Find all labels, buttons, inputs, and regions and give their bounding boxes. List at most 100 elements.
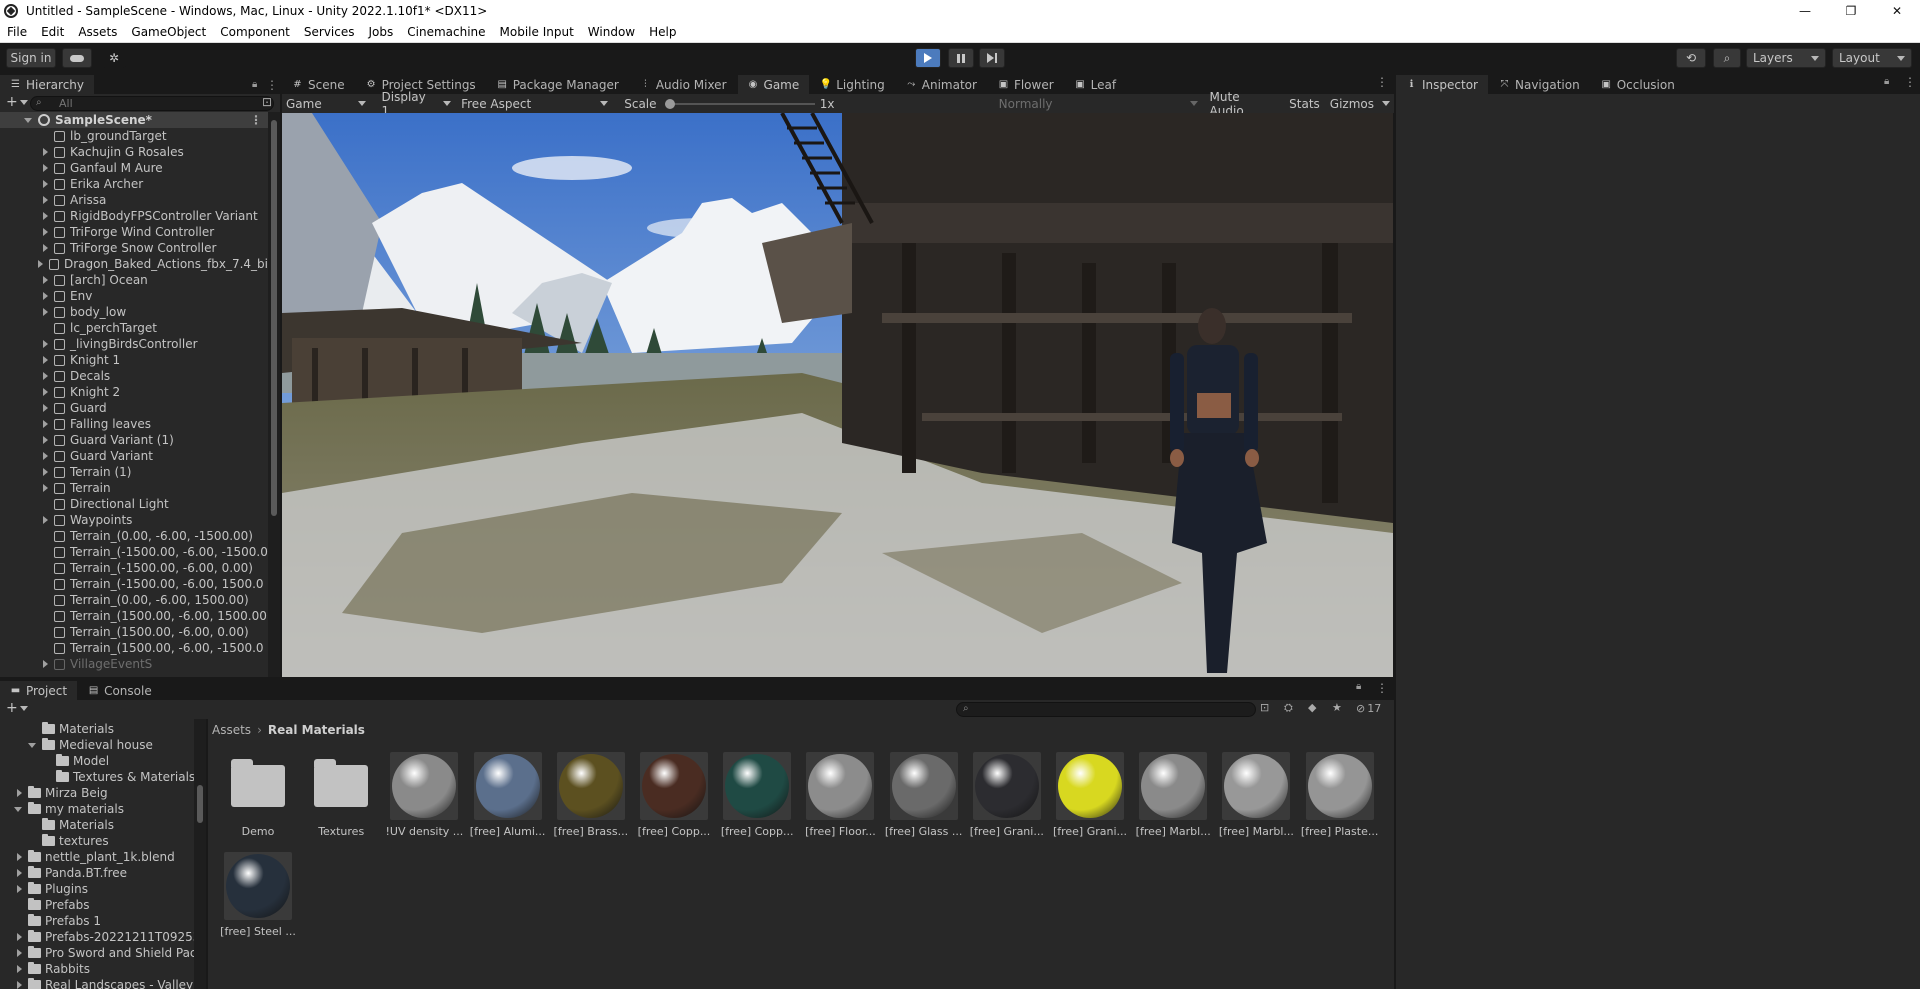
- hierarchy-item[interactable]: [arch] Ocean: [0, 272, 268, 288]
- hierarchy-item[interactable]: Guard Variant (1): [0, 432, 268, 448]
- hierarchy-item[interactable]: RigidBodyFPSController Variant: [0, 208, 268, 224]
- fold-arrow-icon[interactable]: [43, 420, 48, 428]
- project-folder-item[interactable]: Mirza Beig: [0, 785, 206, 801]
- fold-arrow-icon[interactable]: [17, 981, 22, 989]
- asset-material[interactable]: [free] Marbl...: [1131, 752, 1215, 838]
- add-object-button[interactable]: +: [6, 95, 30, 111]
- hidden-packages-toggle[interactable]: ⊘ 17: [1356, 702, 1381, 715]
- project-folder-item[interactable]: Materials: [0, 817, 206, 833]
- menu-cinemachine[interactable]: Cinemachine: [400, 25, 492, 39]
- tab-center-4[interactable]: ◉ Game: [737, 75, 811, 94]
- fold-arrow-icon[interactable]: [43, 196, 48, 204]
- project-folder-item[interactable]: Medieval house: [0, 737, 206, 753]
- hierarchy-item[interactable]: Terrain_(1500.00, -6.00, -1500.0: [0, 640, 268, 656]
- more-options-icon[interactable]: ⋮: [250, 113, 262, 127]
- more-options-icon[interactable]: ⋮: [1376, 75, 1388, 89]
- fold-arrow-icon[interactable]: [43, 356, 48, 364]
- hierarchy-item[interactable]: Decals: [0, 368, 268, 384]
- menu-help[interactable]: Help: [642, 25, 683, 39]
- tab-center-7[interactable]: ▣ Flower: [987, 75, 1065, 94]
- close-button[interactable]: ✕: [1874, 0, 1920, 21]
- tab-center-5[interactable]: 💡 Lighting: [810, 75, 896, 94]
- fold-arrow-icon[interactable]: [17, 949, 22, 957]
- project-folder-item[interactable]: Pro Sword and Shield Pac: [0, 945, 206, 961]
- hierarchy-item[interactable]: Falling leaves: [0, 416, 268, 432]
- fold-arrow-icon[interactable]: [17, 885, 22, 893]
- fold-arrow-icon[interactable]: [43, 436, 48, 444]
- scene-row[interactable]: SampleScene* ⋮: [0, 112, 268, 128]
- hierarchy-item[interactable]: lc_perchTarget: [0, 320, 268, 336]
- fold-arrow-icon[interactable]: [17, 965, 22, 973]
- asset-material[interactable]: [free] Floor...: [798, 752, 882, 838]
- project-folder-item[interactable]: Real Landscapes - Valley: [0, 977, 206, 989]
- breadcrumb-assets[interactable]: Assets: [212, 723, 251, 737]
- asset-material[interactable]: [free] Alumi...: [466, 752, 550, 838]
- fold-arrow-icon[interactable]: [43, 212, 48, 220]
- collab-button[interactable]: ✲: [102, 48, 126, 68]
- fold-arrow-icon[interactable]: [43, 308, 48, 316]
- project-folder-item[interactable]: Prefabs 1: [0, 913, 206, 929]
- tab-bottom-0[interactable]: ▬ Project: [0, 681, 79, 700]
- fold-arrow-icon[interactable]: [43, 148, 48, 156]
- hierarchy-item[interactable]: Terrain_(0.00, -6.00, 1500.00): [0, 592, 268, 608]
- fold-arrow-icon[interactable]: [43, 452, 48, 460]
- fold-arrow-icon[interactable]: [43, 484, 48, 492]
- favorite-star-icon[interactable]: ★: [1332, 701, 1342, 714]
- project-folder-item[interactable]: Materials: [0, 721, 206, 737]
- menu-gameobject[interactable]: GameObject: [124, 25, 213, 39]
- tab-center-6[interactable]: ⤳ Animator: [895, 75, 988, 94]
- breadcrumb-real-materials[interactable]: Real Materials: [268, 723, 365, 737]
- tab-inspector-0[interactable]: ℹ Inspector: [1396, 75, 1489, 94]
- hierarchy-item[interactable]: Terrain_(1500.00, -6.00, 0.00): [0, 624, 268, 640]
- asset-material[interactable]: [free] Steel ...: [216, 852, 300, 938]
- fold-arrow-icon[interactable]: [17, 853, 22, 861]
- project-folder-item[interactable]: nettle_plant_1k.blend: [0, 849, 206, 865]
- menu-file[interactable]: File: [0, 25, 34, 39]
- tab-hierarchy[interactable]: ☰ Hierarchy: [0, 75, 96, 94]
- fold-arrow-icon[interactable]: [43, 372, 48, 380]
- search-scene-icon[interactable]: ⊡: [262, 95, 272, 109]
- aspect-dropdown[interactable]: Free Aspect: [455, 97, 614, 111]
- cloud-button[interactable]: [62, 48, 92, 68]
- tab-center-8[interactable]: ▣ Leaf: [1064, 75, 1128, 94]
- hierarchy-item[interactable]: Directional Light: [0, 496, 268, 512]
- hierarchy-scroll-thumb[interactable]: [271, 120, 277, 516]
- fold-arrow-icon[interactable]: [43, 468, 48, 476]
- stats-toggle[interactable]: Stats: [1285, 97, 1324, 111]
- fold-arrow-icon[interactable]: [43, 340, 48, 348]
- hierarchy-item[interactable]: Terrain_(-1500.00, -6.00, 0.00): [0, 560, 268, 576]
- sign-in-button[interactable]: Sign in: [6, 48, 56, 68]
- more-options-icon[interactable]: ⋮: [1376, 681, 1388, 695]
- asset-material[interactable]: [free] Brass...: [549, 752, 633, 838]
- view-dropdown[interactable]: Game: [282, 97, 370, 111]
- fold-open-icon[interactable]: [24, 117, 32, 123]
- tab-center-2[interactable]: ▤ Package Manager: [486, 75, 630, 94]
- hierarchy-item[interactable]: Knight 1: [0, 352, 268, 368]
- asset-material[interactable]: [free] Grani...: [1048, 752, 1132, 838]
- hierarchy-item[interactable]: Terrain (1): [0, 464, 268, 480]
- project-tree-scrollbar[interactable]: [194, 719, 206, 989]
- menu-edit[interactable]: Edit: [34, 25, 71, 39]
- asset-material[interactable]: [free] Marbl...: [1214, 752, 1298, 838]
- hierarchy-item[interactable]: TriForge Snow Controller: [0, 240, 268, 256]
- menu-jobs[interactable]: Jobs: [362, 25, 401, 39]
- hierarchy-item[interactable]: Terrain_(-1500.00, -6.00, -1500.0: [0, 544, 268, 560]
- hierarchy-item[interactable]: Erika Archer: [0, 176, 268, 192]
- project-folder-item[interactable]: Model: [0, 753, 206, 769]
- step-button[interactable]: [979, 48, 1005, 68]
- more-options-icon[interactable]: ⋮: [266, 75, 280, 94]
- project-folder-item[interactable]: Plugins: [0, 881, 206, 897]
- asset-material[interactable]: [free] Copp...: [632, 752, 716, 838]
- hierarchy-item[interactable]: Kachujin G Rosales: [0, 144, 268, 160]
- project-folder-item[interactable]: my materials: [0, 801, 206, 817]
- game-viewport[interactable]: [282, 113, 1393, 677]
- asset-material[interactable]: !UV density ...: [382, 752, 466, 838]
- project-folder-item[interactable]: Prefabs: [0, 897, 206, 913]
- menu-window[interactable]: Window: [581, 25, 642, 39]
- pause-button[interactable]: [948, 48, 974, 68]
- filter-type-icon[interactable]: ⛭: [1284, 701, 1293, 715]
- menu-component[interactable]: Component: [213, 25, 297, 39]
- search-button[interactable]: ⌕: [1713, 48, 1741, 68]
- scale-slider[interactable]: [664, 98, 815, 110]
- project-tree-scroll-thumb[interactable]: [197, 785, 203, 823]
